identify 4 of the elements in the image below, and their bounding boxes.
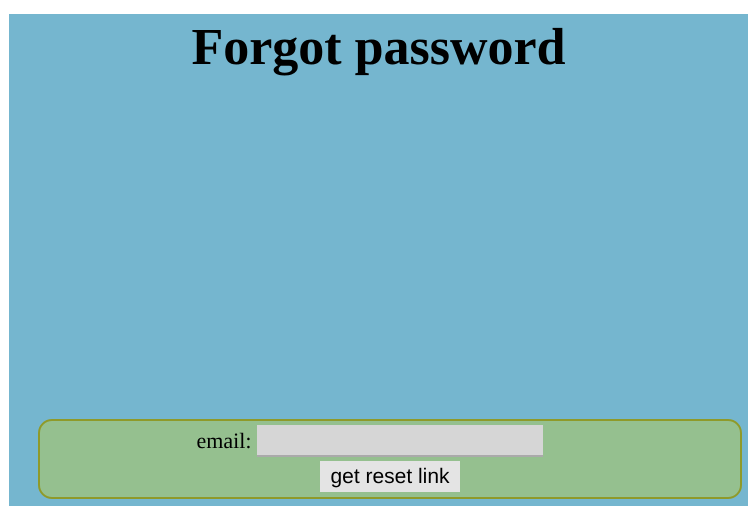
page-title: Forgot password [190,22,567,74]
email-field[interactable] [257,424,544,456]
email-label: email: [196,427,252,455]
get-reset-link-button[interactable]: get reset link [320,461,460,492]
